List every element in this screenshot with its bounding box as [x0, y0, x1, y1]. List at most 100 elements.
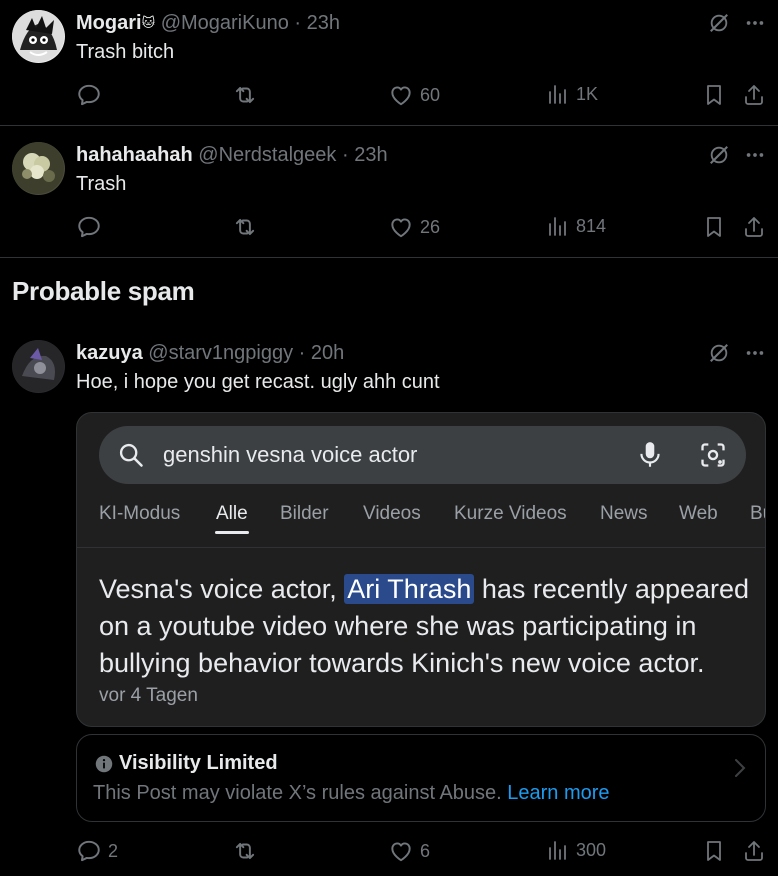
reply-button[interactable]: [76, 82, 102, 108]
bookmark-icon: [707, 841, 721, 861]
timestamp[interactable]: 20h: [311, 342, 344, 364]
grok-icon[interactable]: [708, 342, 730, 364]
snippet-date: vor 4 Tagen: [99, 685, 198, 706]
search-tabs: KI-Modus Alle Bilder Videos Kurze Videos…: [99, 503, 765, 543]
action-bar: 2 6 300: [76, 838, 768, 868]
like-button[interactable]: 26: [388, 214, 440, 240]
avatar[interactable]: [12, 340, 65, 393]
tab-kurze-videos: Kurze Videos: [454, 503, 567, 524]
avatar[interactable]: [12, 10, 65, 63]
bookmark-icon: [707, 85, 721, 105]
action-bar: 26 814: [76, 214, 768, 244]
notice-text: This Post may violate X’s rules against …: [93, 782, 610, 805]
views-button[interactable]: 300: [546, 838, 606, 862]
bookmark-button[interactable]: [702, 838, 726, 864]
views-button[interactable]: 814: [546, 214, 606, 238]
tab-news: News: [600, 503, 648, 524]
tab-videos: Videos: [363, 503, 421, 524]
views-count: 814: [576, 215, 607, 236]
views-button[interactable]: 1K: [546, 82, 598, 106]
more-icon[interactable]: [744, 342, 766, 364]
reply-icon: [78, 84, 100, 106]
like-button[interactable]: 6: [388, 838, 430, 864]
share-icon: [745, 841, 763, 861]
views-count: 300: [576, 839, 607, 860]
tab-bilder: Bilder: [280, 503, 329, 524]
views-count: 1K: [576, 83, 599, 104]
like-icon: [391, 218, 411, 238]
name-emoji-icon: 🐱: [141, 15, 156, 30]
views-icon: [549, 85, 566, 104]
section-title: Probable spam: [12, 276, 195, 306]
tab-ki-modus: KI-Modus: [99, 503, 181, 524]
post-header: hahahaahah @Nerdstalgeek · 23h: [76, 144, 388, 167]
post-text: Trash bitch: [76, 41, 175, 63]
search-icon: [119, 443, 143, 467]
more-icon[interactable]: [744, 12, 766, 34]
reply-button[interactable]: [76, 214, 102, 240]
display-name[interactable]: kazuya: [76, 342, 143, 364]
reply-button[interactable]: 2: [76, 838, 118, 864]
separator: ·: [341, 144, 349, 166]
media-image[interactable]: genshin vesna voice actor KI-Modus Alle …: [76, 412, 766, 727]
mic-icon: [640, 442, 660, 467]
like-icon: [391, 842, 411, 862]
display-name[interactable]: hahahaahah: [76, 144, 193, 166]
tab-buecher: Bü: [750, 503, 765, 524]
share-icon: [745, 85, 763, 105]
more-icon[interactable]: [744, 144, 766, 166]
reply-count: 2: [108, 840, 119, 861]
grok-icon[interactable]: [708, 12, 730, 34]
chevron-right-icon[interactable]: [733, 757, 747, 779]
handle[interactable]: @MogariKuno: [161, 12, 289, 34]
notice-description: This Post may violate X’s rules against …: [93, 782, 508, 804]
repost-button[interactable]: [232, 214, 258, 240]
learn-more-link[interactable]: Learn more: [507, 782, 609, 804]
display-name[interactable]: Mogari: [76, 12, 142, 34]
grok-icon[interactable]: [708, 144, 730, 166]
divider: [0, 257, 778, 258]
like-icon: [391, 86, 411, 106]
separator: ·: [298, 342, 306, 364]
post-nerdstalgeek[interactable]: hahahaahah @Nerdstalgeek · 23h Trash 26 …: [0, 126, 778, 257]
search-bar: genshin vesna voice actor: [99, 426, 746, 484]
tab-web: Web: [679, 503, 718, 524]
post-header: Mogari🐱 @MogariKuno · 23h: [76, 12, 340, 35]
share-button[interactable]: [742, 838, 766, 864]
like-button[interactable]: 60: [388, 82, 440, 108]
share-button[interactable]: [742, 214, 766, 240]
info-icon: [95, 755, 113, 773]
snippet-highlight: Ari Thrash: [344, 574, 475, 604]
separator: ·: [294, 12, 302, 34]
like-count: 60: [420, 84, 441, 105]
reply-icon: [78, 840, 100, 862]
post-mogari[interactable]: Mogari🐱 @MogariKuno · 23h Trash bitch 60…: [0, 0, 778, 125]
handle[interactable]: @starv1ngpiggy: [148, 342, 293, 364]
share-icon: [745, 217, 763, 237]
tabs-divider: [77, 547, 765, 548]
handle[interactable]: @Nerdstalgeek: [198, 144, 336, 166]
bookmark-button[interactable]: [702, 214, 726, 240]
views-icon: [549, 841, 566, 860]
repost-icon: [235, 842, 255, 860]
repost-button[interactable]: [232, 838, 258, 864]
active-tab-indicator: [215, 531, 249, 534]
repost-icon: [235, 86, 255, 104]
search-query: genshin vesna voice actor: [163, 442, 418, 467]
lens-icon: [701, 443, 725, 467]
repost-button[interactable]: [232, 82, 258, 108]
avatar[interactable]: [12, 142, 65, 195]
post-text: Hoe, i hope you get recast. ugly ahh cun…: [76, 371, 440, 393]
bookmark-button[interactable]: [702, 82, 726, 108]
post-header: kazuya @starv1ngpiggy · 20h: [76, 342, 344, 365]
share-button[interactable]: [742, 82, 766, 108]
action-bar: 60 1K: [76, 82, 768, 112]
search-snippet: Vesna's voice actor, Ari Thrash has rece…: [99, 571, 759, 682]
bookmark-icon: [707, 217, 721, 237]
like-count: 6: [420, 840, 431, 861]
visibility-notice[interactable]: Visibility Limited This Post may violate…: [76, 734, 766, 822]
timestamp[interactable]: 23h: [354, 144, 387, 166]
repost-icon: [235, 218, 255, 236]
tab-alle: Alle: [216, 503, 248, 524]
timestamp[interactable]: 23h: [307, 12, 340, 34]
